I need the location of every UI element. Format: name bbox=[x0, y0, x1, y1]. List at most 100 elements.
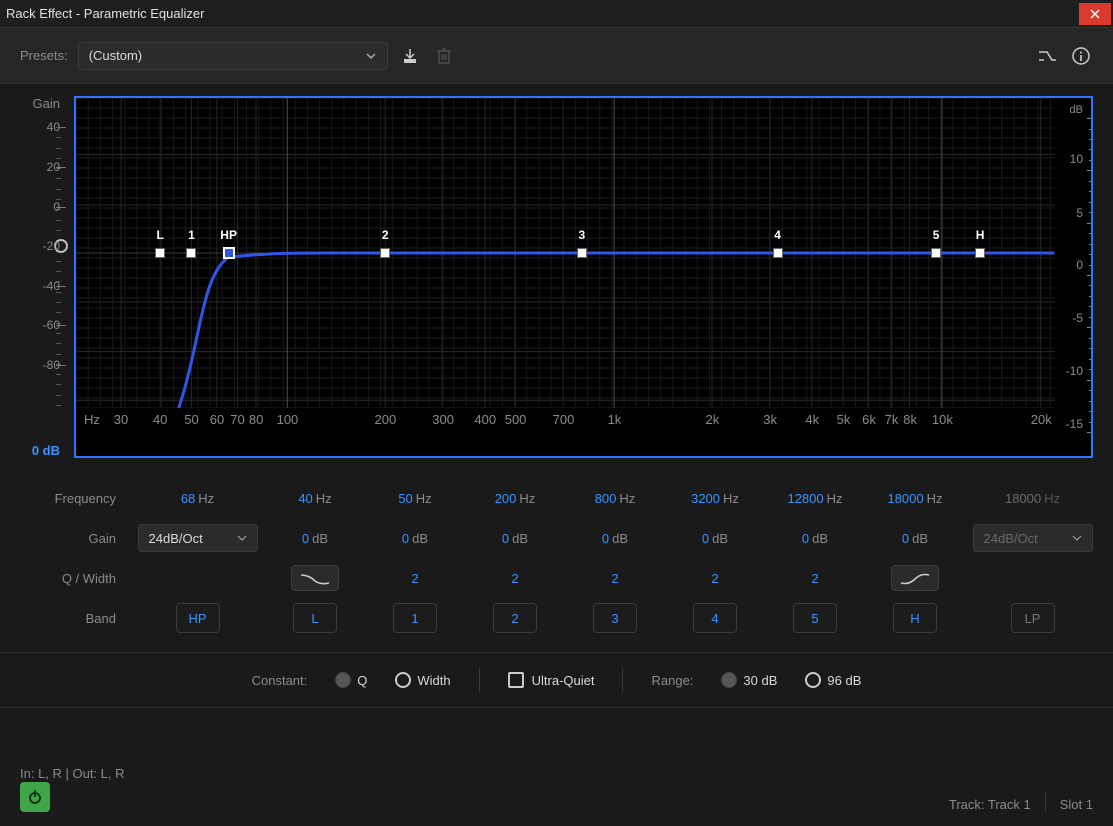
band5-q[interactable]: 2 bbox=[811, 571, 818, 586]
x-tick: 60 bbox=[210, 412, 224, 427]
band4-q[interactable]: 2 bbox=[711, 571, 718, 586]
presets-dropdown[interactable]: (Custom) bbox=[78, 42, 388, 70]
eq-point-5[interactable] bbox=[931, 248, 941, 258]
eq-point-4[interactable] bbox=[773, 248, 783, 258]
eq-point-hp[interactable] bbox=[223, 247, 235, 259]
close-icon bbox=[1090, 9, 1100, 19]
band4-gain[interactable]: 0dB bbox=[702, 531, 728, 546]
x-tick: 30 bbox=[114, 412, 128, 427]
l-shelf-shape[interactable] bbox=[291, 565, 339, 591]
band2-gain[interactable]: 0dB bbox=[502, 531, 528, 546]
titlebar: Rack Effect - Parametric Equalizer bbox=[0, 0, 1113, 28]
band3-frequency[interactable]: 800Hz bbox=[595, 491, 636, 506]
right-tick: 10 bbox=[1070, 152, 1083, 166]
eq-point-2[interactable] bbox=[380, 248, 390, 258]
x-tick: 100 bbox=[277, 412, 299, 427]
band-5-toggle[interactable]: 5 bbox=[793, 603, 837, 633]
divider bbox=[622, 668, 623, 692]
band-hp-toggle[interactable]: HP bbox=[176, 603, 220, 633]
eq-graph-area: Gain 40200-20-40-60-80 0 dB L1HP2345H Hz… bbox=[20, 96, 1093, 458]
right-tick: -5 bbox=[1072, 311, 1083, 325]
routing-button[interactable] bbox=[1035, 44, 1059, 68]
chevron-down-icon bbox=[1072, 533, 1082, 543]
hp-slope-dropdown[interactable]: 24dB/Oct bbox=[138, 524, 258, 552]
band-2-toggle[interactable]: 2 bbox=[493, 603, 537, 633]
range-96-radio[interactable]: 96 dB bbox=[805, 672, 861, 688]
gain-axis-label: Gain bbox=[33, 96, 60, 111]
range-30-radio[interactable]: 30 dB bbox=[721, 672, 777, 688]
x-tick: 400 bbox=[474, 412, 496, 427]
eq-point-h[interactable] bbox=[975, 248, 985, 258]
delete-preset-button[interactable] bbox=[432, 44, 456, 68]
x-tick: 50 bbox=[184, 412, 198, 427]
left-tick: 0 bbox=[53, 200, 60, 214]
high-shelf-icon bbox=[900, 571, 930, 585]
eq-point-l[interactable] bbox=[155, 248, 165, 258]
x-tick: 1k bbox=[608, 412, 622, 427]
save-preset-button[interactable] bbox=[398, 44, 422, 68]
chevron-down-icon bbox=[237, 533, 247, 543]
band-l-toggle[interactable]: L bbox=[293, 603, 337, 633]
right-scale: dB 1050-5-10-15 bbox=[1055, 98, 1091, 432]
info-icon bbox=[1072, 47, 1090, 65]
band5-frequency[interactable]: 12800Hz bbox=[787, 491, 842, 506]
close-button[interactable] bbox=[1079, 3, 1111, 25]
constant-label: Constant: bbox=[252, 673, 308, 688]
power-toggle[interactable] bbox=[20, 782, 50, 812]
band-3-toggle[interactable]: 3 bbox=[593, 603, 637, 633]
ultra-quiet-checkbox[interactable]: Ultra-Quiet bbox=[508, 672, 595, 688]
band-4-toggle[interactable]: 4 bbox=[693, 603, 737, 633]
band2-q[interactable]: 2 bbox=[511, 571, 518, 586]
band-1-toggle[interactable]: 1 bbox=[393, 603, 437, 633]
right-tick: 0 bbox=[1076, 258, 1083, 272]
x-tick: 80 bbox=[249, 412, 263, 427]
eq-point-1[interactable] bbox=[186, 248, 196, 258]
l-gain[interactable]: 0dB bbox=[302, 531, 328, 546]
range-label: Range: bbox=[651, 673, 693, 688]
band1-q[interactable]: 2 bbox=[411, 571, 418, 586]
lp-slope-dropdown[interactable]: 24dB/Oct bbox=[973, 524, 1093, 552]
master-gain-value[interactable]: 0 dB bbox=[32, 443, 60, 458]
x-tick: 5k bbox=[837, 412, 851, 427]
left-tick: -40 bbox=[43, 279, 60, 293]
toolbar: Presets: (Custom) bbox=[0, 28, 1113, 84]
radio-icon bbox=[395, 672, 411, 688]
x-axis: Hz 3040506070801002003004005007001k2k3k4… bbox=[76, 408, 1091, 432]
info-button[interactable] bbox=[1069, 44, 1093, 68]
band3-gain[interactable]: 0dB bbox=[602, 531, 628, 546]
h-shelf-shape[interactable] bbox=[891, 565, 939, 591]
h-frequency[interactable]: 18000Hz bbox=[887, 491, 942, 506]
right-axis-unit: dB bbox=[1070, 104, 1083, 116]
band-h-toggle[interactable]: H bbox=[893, 603, 937, 633]
band4-frequency[interactable]: 3200Hz bbox=[691, 491, 739, 506]
band1-frequency[interactable]: 50Hz bbox=[398, 491, 431, 506]
band2-frequency[interactable]: 200Hz bbox=[495, 491, 536, 506]
band3-q[interactable]: 2 bbox=[611, 571, 618, 586]
constant-q-radio[interactable]: Q bbox=[335, 672, 367, 688]
band5-gain[interactable]: 0dB bbox=[802, 531, 828, 546]
constant-width-radio[interactable]: Width bbox=[395, 672, 450, 688]
lp-frequency[interactable]: 18000Hz bbox=[1005, 491, 1060, 506]
h-gain[interactable]: 0dB bbox=[902, 531, 928, 546]
left-tick: -60 bbox=[43, 318, 60, 332]
radio-icon bbox=[805, 672, 821, 688]
x-tick: 3k bbox=[763, 412, 777, 427]
l-frequency[interactable]: 40Hz bbox=[298, 491, 331, 506]
x-tick: 8k bbox=[903, 412, 917, 427]
presets-value: (Custom) bbox=[89, 48, 142, 63]
routing-icon bbox=[1038, 49, 1056, 63]
hp-frequency[interactable]: 68Hz bbox=[181, 491, 214, 506]
x-tick: 200 bbox=[375, 412, 397, 427]
divider bbox=[1045, 792, 1046, 812]
eq-point-3[interactable] bbox=[577, 248, 587, 258]
band-lp-toggle[interactable]: LP bbox=[1011, 603, 1055, 633]
track-label: Track: Track 1 bbox=[949, 797, 1031, 812]
io-routing-text: In: L, R | Out: L, R bbox=[20, 766, 125, 781]
chevron-down-icon bbox=[365, 50, 377, 62]
x-tick: 6k bbox=[862, 412, 876, 427]
eq-chart[interactable]: L1HP2345H Hz 304050607080100200300400500… bbox=[74, 96, 1093, 458]
band1-gain[interactable]: 0dB bbox=[402, 531, 428, 546]
x-tick: 2k bbox=[705, 412, 719, 427]
x-tick: 20k bbox=[1031, 412, 1052, 427]
options-bar: Constant: Q Width Ultra-Quiet Range: 30 … bbox=[0, 652, 1113, 708]
